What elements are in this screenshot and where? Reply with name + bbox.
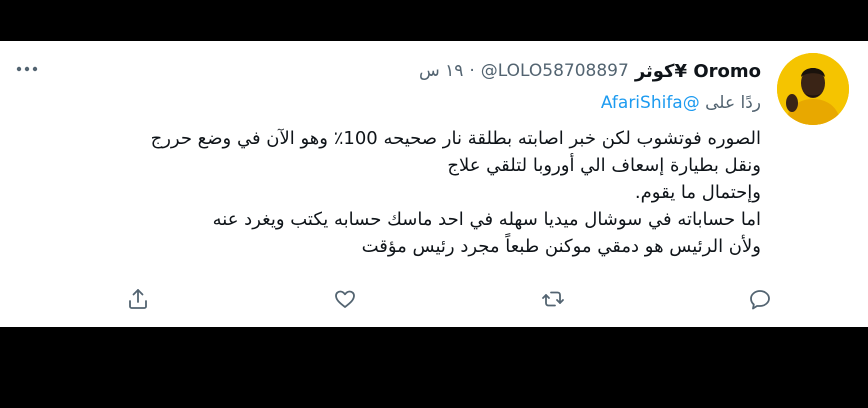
tweet-text-line: اما حساباته في سوشال ميديا سهله في احد م… — [212, 209, 761, 230]
replying-prefix: ردًا على — [705, 93, 761, 113]
more-horizontal-icon — [16, 66, 38, 72]
avatar[interactable] — [777, 53, 849, 125]
tweet-header: كوثر¥ Oromo @LOLO58708897 · ١٩ س — [419, 58, 761, 84]
more-options-button[interactable] — [12, 57, 42, 81]
tweet-text: الصوره فوتشوب لكن خبر اصابته بطلقة نار ص… — [31, 125, 761, 260]
share-button[interactable] — [120, 281, 156, 317]
display-name[interactable]: كوثر¥ Oromo — [635, 61, 761, 82]
tweet-text-line: ونقل بطيارة إسعاف الي أوروبا لتلقي علاج — [447, 155, 761, 176]
share-icon — [129, 289, 147, 309]
retweet-button[interactable] — [535, 281, 571, 317]
separator-dot: · — [469, 61, 475, 81]
user-handle[interactable]: @LOLO58708897 — [481, 61, 629, 81]
avatar-image — [777, 53, 849, 125]
replying-to: ردًا على @AfariShifa — [601, 93, 761, 113]
retweet-icon — [541, 291, 564, 307]
tweet-card[interactable]: كوثر¥ Oromo @LOLO58708897 · ١٩ س ردًا عل… — [0, 41, 868, 327]
reply-icon — [750, 290, 770, 310]
tweet-actions — [120, 281, 778, 317]
tweet-timestamp[interactable]: ١٩ س — [419, 61, 463, 81]
reply-mention-link[interactable]: @AfariShifa — [601, 93, 700, 113]
tweet-text-line: ولأن الرئيس هو دمقي موكنن طبعاً مجرد رئي… — [361, 236, 761, 257]
like-icon — [335, 290, 356, 308]
like-button[interactable] — [327, 281, 363, 317]
tweet-text-line: الصوره فوتشوب لكن خبر اصابته بطلقة نار ص… — [150, 128, 761, 149]
tweet-text-line: وإحتمال ما يقوم. — [634, 182, 761, 203]
reply-button[interactable] — [742, 281, 778, 317]
